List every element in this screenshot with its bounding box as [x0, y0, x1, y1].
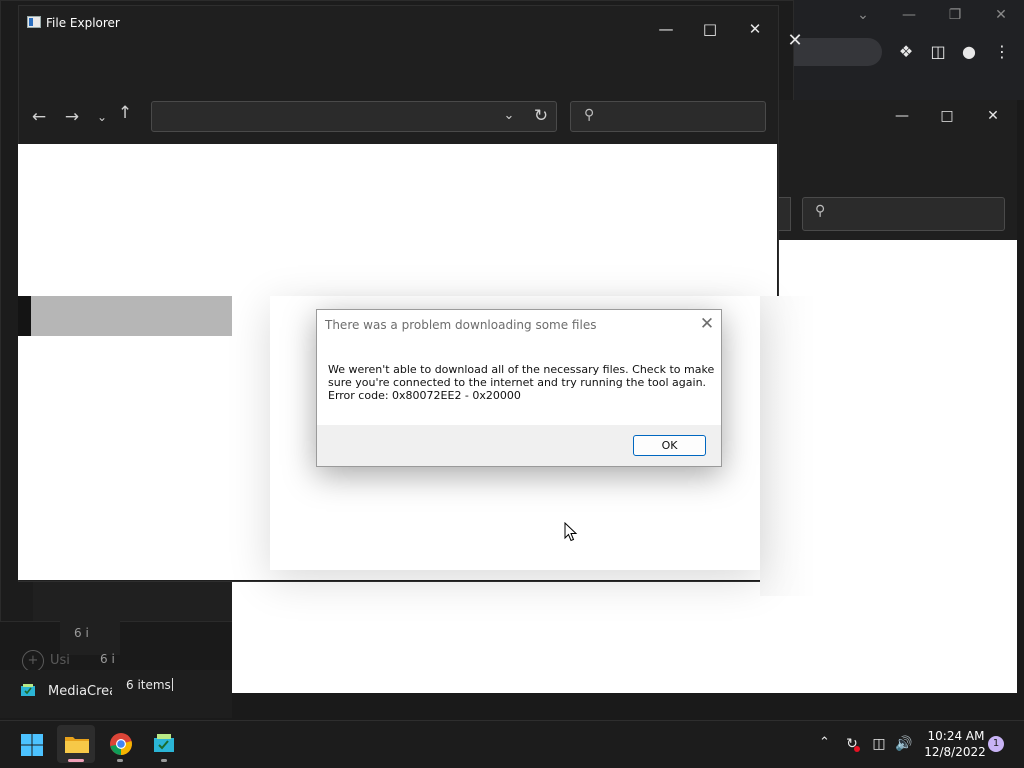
volume-icon[interactable]: 🔊: [895, 735, 913, 753]
running-indicator: [117, 759, 123, 762]
dialog-message: We weren't able to download all of the n…: [328, 363, 715, 403]
side-panel-icon[interactable]: ◫: [926, 41, 950, 63]
chevron-down-icon[interactable]: ⌄: [500, 106, 518, 126]
close-icon[interactable]: ✕: [697, 314, 717, 334]
running-indicator: [161, 759, 167, 762]
window-titlebar[interactable]: — □ ✕: [18, 5, 777, 43]
extensions-icon[interactable]: ❖: [894, 41, 918, 63]
search-icon: ⚲: [815, 203, 826, 219]
search-input[interactable]: [570, 101, 766, 132]
up-arrow-icon[interactable]: ↑: [112, 102, 138, 124]
refresh-icon[interactable]: ↻: [530, 104, 552, 128]
partial-label: + Usi: [22, 650, 70, 672]
minimize-icon[interactable]: —: [644, 15, 688, 43]
restore-icon[interactable]: ❐: [932, 2, 978, 28]
close-icon[interactable]: ✕: [782, 28, 808, 54]
start-icon[interactable]: [20, 733, 44, 757]
window-title: File Explorer: [46, 16, 120, 30]
selected-row[interactable]: [18, 296, 232, 336]
address-bar[interactable]: [151, 101, 557, 132]
active-indicator: [68, 759, 84, 762]
menu-icon[interactable]: ⋮: [990, 41, 1014, 63]
minimize-icon[interactable]: —: [886, 2, 932, 28]
error-badge-icon: [854, 746, 860, 752]
forward-arrow-icon[interactable]: →: [59, 106, 85, 128]
chevron-down-icon[interactable]: ⌄: [840, 2, 886, 28]
item-count: 6 i: [100, 652, 115, 666]
selected-row-edge: [18, 296, 31, 336]
maximize-icon[interactable]: □: [688, 15, 732, 43]
window-shadow: [760, 296, 816, 596]
file-explorer-app-icon: [27, 16, 41, 28]
file-explorer-icon: [65, 737, 89, 753]
status-separator: [172, 678, 173, 691]
search-icon: ⚲: [584, 107, 595, 123]
chrome-icon[interactable]: [109, 732, 133, 756]
maximize-icon[interactable]: □: [924, 102, 970, 130]
add-icon: +: [22, 650, 44, 672]
dialog-error-code: Error code: 0x80072EE2 - 0x20000: [328, 389, 521, 403]
profile-icon[interactable]: ●: [957, 41, 981, 63]
show-hidden-icons-icon[interactable]: ⌃: [819, 735, 830, 750]
clock-time[interactable]: 10:24 AM: [926, 729, 986, 743]
mouse-cursor-icon: [564, 522, 578, 542]
media-creation-tool-icon[interactable]: [153, 733, 175, 753]
close-icon[interactable]: ✕: [978, 2, 1024, 28]
search-input[interactable]: [802, 197, 1005, 231]
status-item-count: 6 items: [126, 678, 171, 692]
dialog-message-line: sure you're connected to the internet an…: [328, 376, 707, 390]
item-count: 6 i: [74, 626, 89, 640]
dialog-message-line: We weren't able to download all of the n…: [328, 363, 715, 376]
minimize-icon[interactable]: —: [879, 102, 925, 130]
close-icon[interactable]: ✕: [970, 102, 1016, 130]
back-arrow-icon[interactable]: ←: [26, 106, 52, 128]
dialog-title: There was a problem downloading some fil…: [325, 318, 597, 332]
background-explorer-window: [60, 615, 120, 655]
network-icon[interactable]: ◫: [870, 735, 888, 753]
clock-date[interactable]: 12/8/2022: [922, 745, 988, 759]
close-icon[interactable]: ✕: [733, 15, 777, 43]
media-creation-tool-icon: [21, 684, 35, 696]
notification-badge[interactable]: 1: [988, 736, 1004, 752]
ok-button[interactable]: OK: [633, 435, 706, 456]
